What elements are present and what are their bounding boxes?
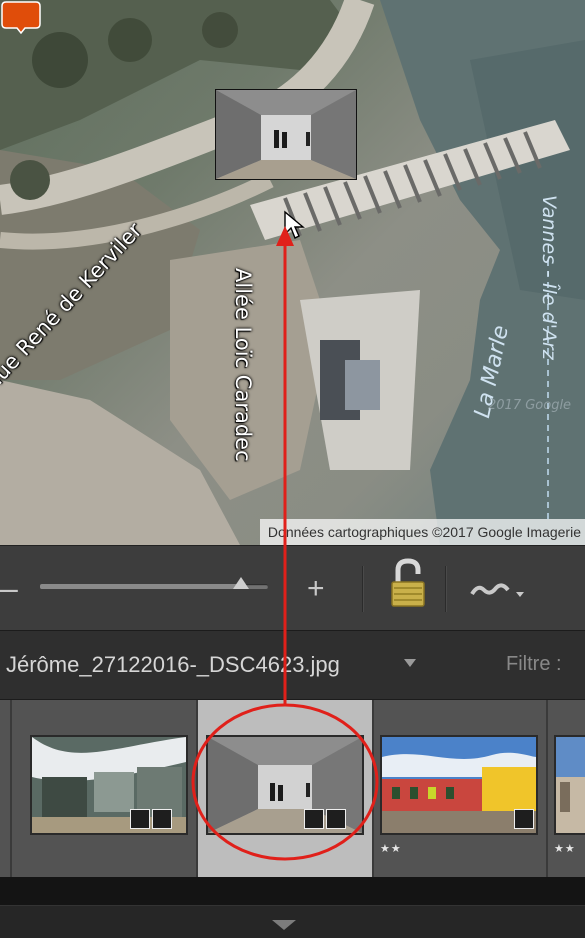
gps-track-icon[interactable] bbox=[470, 580, 530, 602]
filename-dropdown-icon[interactable] bbox=[404, 659, 416, 667]
toolbar-divider bbox=[362, 566, 363, 612]
filmstrip-header: Jérôme_27122016-_DSC4623.jpg Filtre : bbox=[0, 630, 585, 700]
collapse-arrow-icon[interactable] bbox=[272, 920, 296, 930]
thumbnail-image[interactable] bbox=[554, 735, 585, 835]
map-toolbar: – + bbox=[0, 545, 585, 630]
padlock-unlocked-icon[interactable] bbox=[388, 558, 428, 610]
filmstrip-cell-1[interactable] bbox=[12, 700, 197, 877]
keyword-badge-icon bbox=[304, 809, 324, 829]
filmstrip: ★★ ★★ bbox=[0, 700, 585, 877]
star-rating: ★★ bbox=[554, 843, 576, 855]
bottom-toggle-bar[interactable] bbox=[0, 905, 585, 938]
filmstrip-cell-2-selected[interactable] bbox=[198, 700, 372, 877]
zoom-in-button[interactable]: + bbox=[307, 574, 325, 604]
zoom-slider[interactable] bbox=[40, 577, 268, 589]
toolbar-divider bbox=[445, 566, 446, 612]
keyword-badge-icon bbox=[130, 809, 150, 829]
mouse-cursor-icon bbox=[284, 210, 305, 239]
filmstrip-cell-3[interactable]: ★★ bbox=[374, 700, 546, 877]
map-attribution: Données cartographiques ©2017 Google Ima… bbox=[259, 519, 585, 545]
zoom-slider-thumb[interactable] bbox=[232, 577, 249, 589]
map-view[interactable]: nue René de Kerviler Allée Loïc Caradec … bbox=[0, 0, 585, 545]
map-pin-icon[interactable] bbox=[0, 0, 42, 34]
keyword-badge-icon bbox=[514, 809, 534, 829]
corridor-thumbnail-image bbox=[216, 90, 356, 179]
street-label-caradec: Allée Loïc Caradec bbox=[231, 268, 255, 462]
water-label-ferry-route: Vannes - Île d'Arz bbox=[538, 195, 560, 360]
filmstrip-cell-4[interactable]: ★★ bbox=[548, 700, 585, 877]
stack-badge-icon bbox=[326, 809, 346, 829]
zoom-out-button[interactable]: – bbox=[0, 572, 18, 604]
photo-marker-preview[interactable] bbox=[215, 89, 357, 180]
current-filename[interactable]: Jérôme_27122016-_DSC4623.jpg bbox=[6, 652, 340, 678]
bottom-panel bbox=[0, 877, 585, 938]
star-rating: ★★ bbox=[380, 843, 402, 855]
filter-label: Filtre : bbox=[506, 653, 562, 675]
faint-map-watermark: 2017 Google bbox=[488, 398, 572, 413]
zoom-slider-fill bbox=[40, 584, 241, 589]
stack-badge-icon bbox=[152, 809, 172, 829]
